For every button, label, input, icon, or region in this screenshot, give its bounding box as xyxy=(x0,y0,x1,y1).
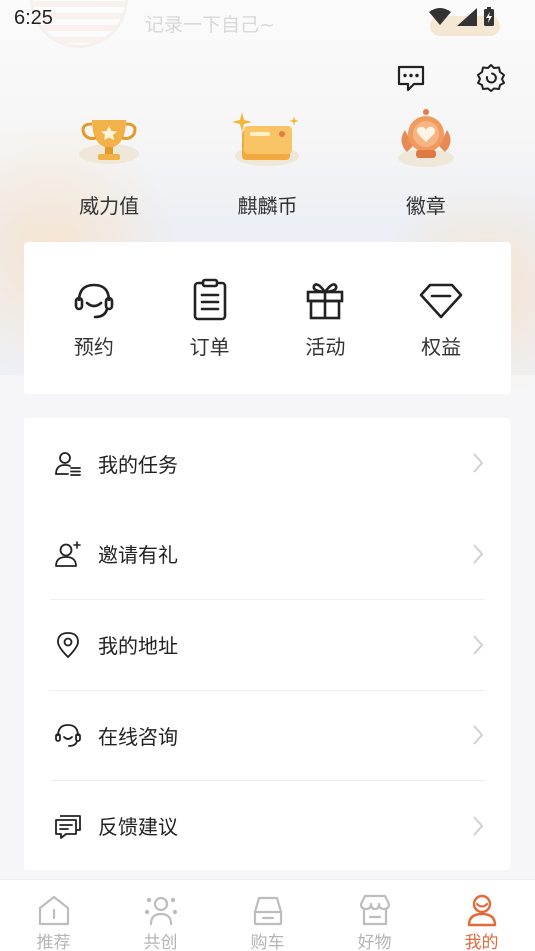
tab-goods-label: 好物 xyxy=(357,933,392,951)
community-icon xyxy=(144,896,177,926)
stat-coin-label: 麒麟币 xyxy=(237,194,298,218)
home-icon xyxy=(38,895,69,926)
feedback-icon xyxy=(55,814,81,839)
coin-card-icon xyxy=(232,112,300,166)
badge-icon xyxy=(397,109,454,167)
headset-icon xyxy=(55,724,81,748)
tab-goods[interactable]: 好物 xyxy=(335,892,415,951)
tab-recommend[interactable]: 推荐 xyxy=(14,892,94,951)
menu-item-consult-label: 在线咨询 xyxy=(98,724,178,749)
tab-cocreate[interactable]: 共创 xyxy=(121,892,201,951)
signal-icon xyxy=(457,8,477,26)
chevron-right-icon xyxy=(473,635,484,655)
menu-item-consult[interactable]: 在线咨询 xyxy=(50,689,485,781)
settings-icon[interactable] xyxy=(475,62,507,94)
task-user-icon xyxy=(55,452,81,477)
tab-buy-car[interactable]: 购车 xyxy=(228,892,308,951)
chevron-right-icon xyxy=(473,816,484,836)
chevron-right-icon xyxy=(473,453,484,473)
service-benefits[interactable]: 权益 xyxy=(391,277,491,360)
store-icon xyxy=(359,894,390,926)
menu-item-tasks[interactable]: 我的任务 xyxy=(24,418,511,509)
location-icon xyxy=(57,631,79,658)
profile-icon xyxy=(467,894,496,927)
quick-stats: 威力值 麒麟币 徽章 xyxy=(0,108,535,219)
headset-icon xyxy=(74,283,114,318)
clipboard-icon xyxy=(193,278,226,320)
stat-badge-label: 徽章 xyxy=(405,194,446,218)
tab-buy-car-label: 购车 xyxy=(250,933,285,951)
message-icon[interactable] xyxy=(395,62,427,94)
trophy-icon xyxy=(79,120,140,164)
wifi-icon xyxy=(429,8,451,25)
menu-list: 我的任务 邀请有礼 我的地址 在线咨询 反馈建议 xyxy=(24,418,511,870)
stat-power-label: 威力值 xyxy=(79,194,140,218)
chevron-right-icon xyxy=(473,725,484,745)
status-icons xyxy=(429,7,495,27)
service-appointment-label: 预约 xyxy=(73,334,114,359)
service-appointment[interactable]: 预约 xyxy=(44,277,144,360)
tab-mine[interactable]: 我的 xyxy=(442,892,522,951)
services-card: 预约 订单 活动 权益 xyxy=(24,242,511,394)
menu-item-invite-label: 邀请有礼 xyxy=(98,543,178,568)
car-icon xyxy=(253,896,282,926)
service-events-label: 活动 xyxy=(305,334,346,359)
status-time: 6:25 xyxy=(14,7,53,29)
menu-item-address-label: 我的地址 xyxy=(98,634,178,659)
add-user-icon xyxy=(55,540,81,567)
status-bar: 6:25 xyxy=(0,0,535,36)
stat-badge[interactable]: 徽章 xyxy=(366,108,486,219)
bottom-tab-bar: 推荐 共创 购车 好物 我的 xyxy=(0,879,535,951)
menu-item-address[interactable]: 我的地址 xyxy=(50,599,485,690)
header-actions xyxy=(395,62,507,94)
service-events[interactable]: 活动 xyxy=(275,277,375,360)
gift-icon xyxy=(307,282,344,319)
menu-item-invite[interactable]: 邀请有礼 xyxy=(24,509,511,600)
menu-item-feedback-label: 反馈建议 xyxy=(98,815,178,840)
service-orders-label: 订单 xyxy=(189,334,230,359)
service-benefits-label: 权益 xyxy=(421,334,462,359)
diamond-icon xyxy=(419,283,463,318)
battery-icon xyxy=(484,7,494,26)
tab-mine-label: 我的 xyxy=(464,933,499,951)
menu-item-feedback[interactable]: 反馈建议 xyxy=(50,780,485,871)
chevron-right-icon xyxy=(473,544,484,564)
stat-coin[interactable]: 麒麟币 xyxy=(207,108,327,219)
tab-recommend-label: 推荐 xyxy=(36,933,71,951)
menu-item-tasks-label: 我的任务 xyxy=(98,452,178,477)
tab-cocreate-label: 共创 xyxy=(143,933,178,951)
service-orders[interactable]: 订单 xyxy=(160,277,260,360)
stat-power[interactable]: 威力值 xyxy=(49,108,169,219)
